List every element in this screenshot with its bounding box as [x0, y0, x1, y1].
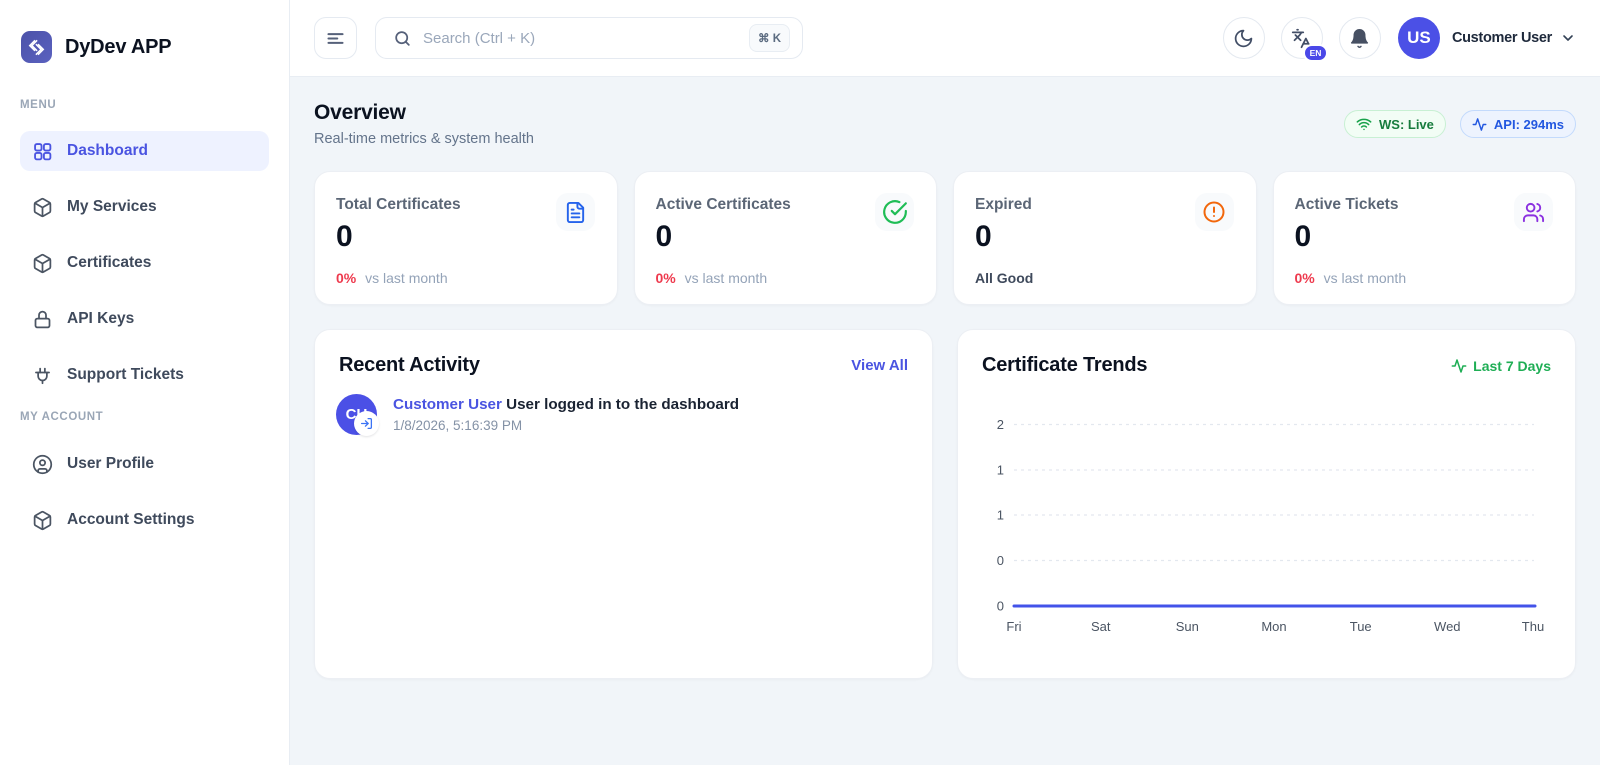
svg-text:Sun: Sun	[1176, 619, 1199, 634]
svg-text:0: 0	[997, 599, 1004, 614]
svg-text:Sat: Sat	[1091, 619, 1111, 634]
svg-text:Fri: Fri	[1006, 619, 1021, 634]
svg-text:1: 1	[997, 508, 1004, 523]
svg-text:Tue: Tue	[1350, 619, 1372, 634]
svg-text:1: 1	[997, 463, 1004, 478]
svg-text:0: 0	[997, 553, 1004, 568]
svg-text:Wed: Wed	[1434, 619, 1461, 634]
svg-text:2: 2	[997, 417, 1004, 432]
svg-text:Thu: Thu	[1522, 619, 1544, 634]
svg-text:Mon: Mon	[1261, 619, 1286, 634]
